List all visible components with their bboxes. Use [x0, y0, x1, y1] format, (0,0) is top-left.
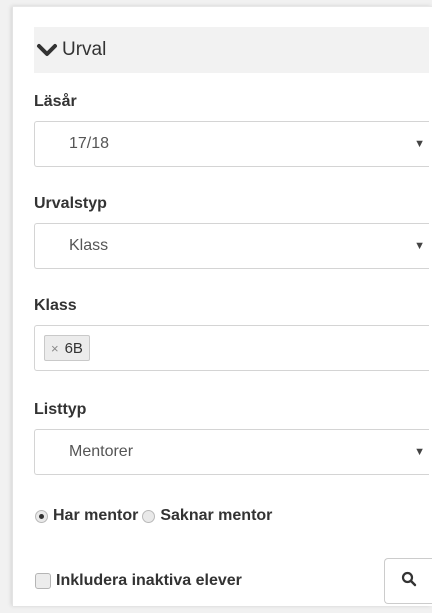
har-mentor-radio[interactable] [35, 509, 48, 523]
urval-header[interactable]: Urval [34, 27, 429, 73]
caret-down-icon: ▼ [414, 138, 425, 150]
lasar-label: Läsår [34, 93, 77, 110]
mentor-filter: Har mentor Saknar mentor [35, 507, 272, 525]
listtyp-value: Mentorer [69, 443, 134, 460]
chevron-down-icon [36, 40, 58, 60]
tag-remove-icon[interactable]: × [51, 341, 59, 356]
klass-tag-label: 6B [64, 339, 83, 357]
header-title: Urval [62, 39, 107, 60]
caret-down-icon: ▼ [414, 240, 425, 252]
saknar-mentor-label[interactable]: Saknar mentor [160, 507, 272, 525]
search-icon [401, 571, 417, 592]
listtyp-label: Listtyp [34, 401, 87, 418]
urvalstyp-value: Klass [69, 237, 109, 254]
search-button[interactable] [384, 558, 432, 604]
klass-label: Klass [34, 297, 77, 314]
selection-panel: Urval Läsår 17/18 ▼ Urvalstyp Klass ▼ Kl… [12, 6, 432, 606]
urvalstyp-select[interactable]: Klass ▼ [34, 223, 429, 269]
lasar-value: 17/18 [69, 135, 110, 152]
include-inactive-checkbox[interactable] [35, 573, 51, 589]
klass-tag: × 6B [44, 335, 90, 361]
include-inactive-label[interactable]: Inkludera inaktiva elever [56, 572, 242, 590]
inactive-row: Inkludera inaktiva elever [35, 572, 242, 590]
caret-down-icon: ▼ [414, 446, 425, 458]
lasar-select[interactable]: 17/18 ▼ [34, 121, 429, 167]
klass-tag-input[interactable]: × 6B [34, 325, 429, 371]
urvalstyp-label: Urvalstyp [34, 195, 107, 212]
har-mentor-label[interactable]: Har mentor [53, 507, 138, 525]
saknar-mentor-radio[interactable] [142, 509, 156, 523]
listtyp-select[interactable]: Mentorer ▼ [34, 429, 429, 475]
